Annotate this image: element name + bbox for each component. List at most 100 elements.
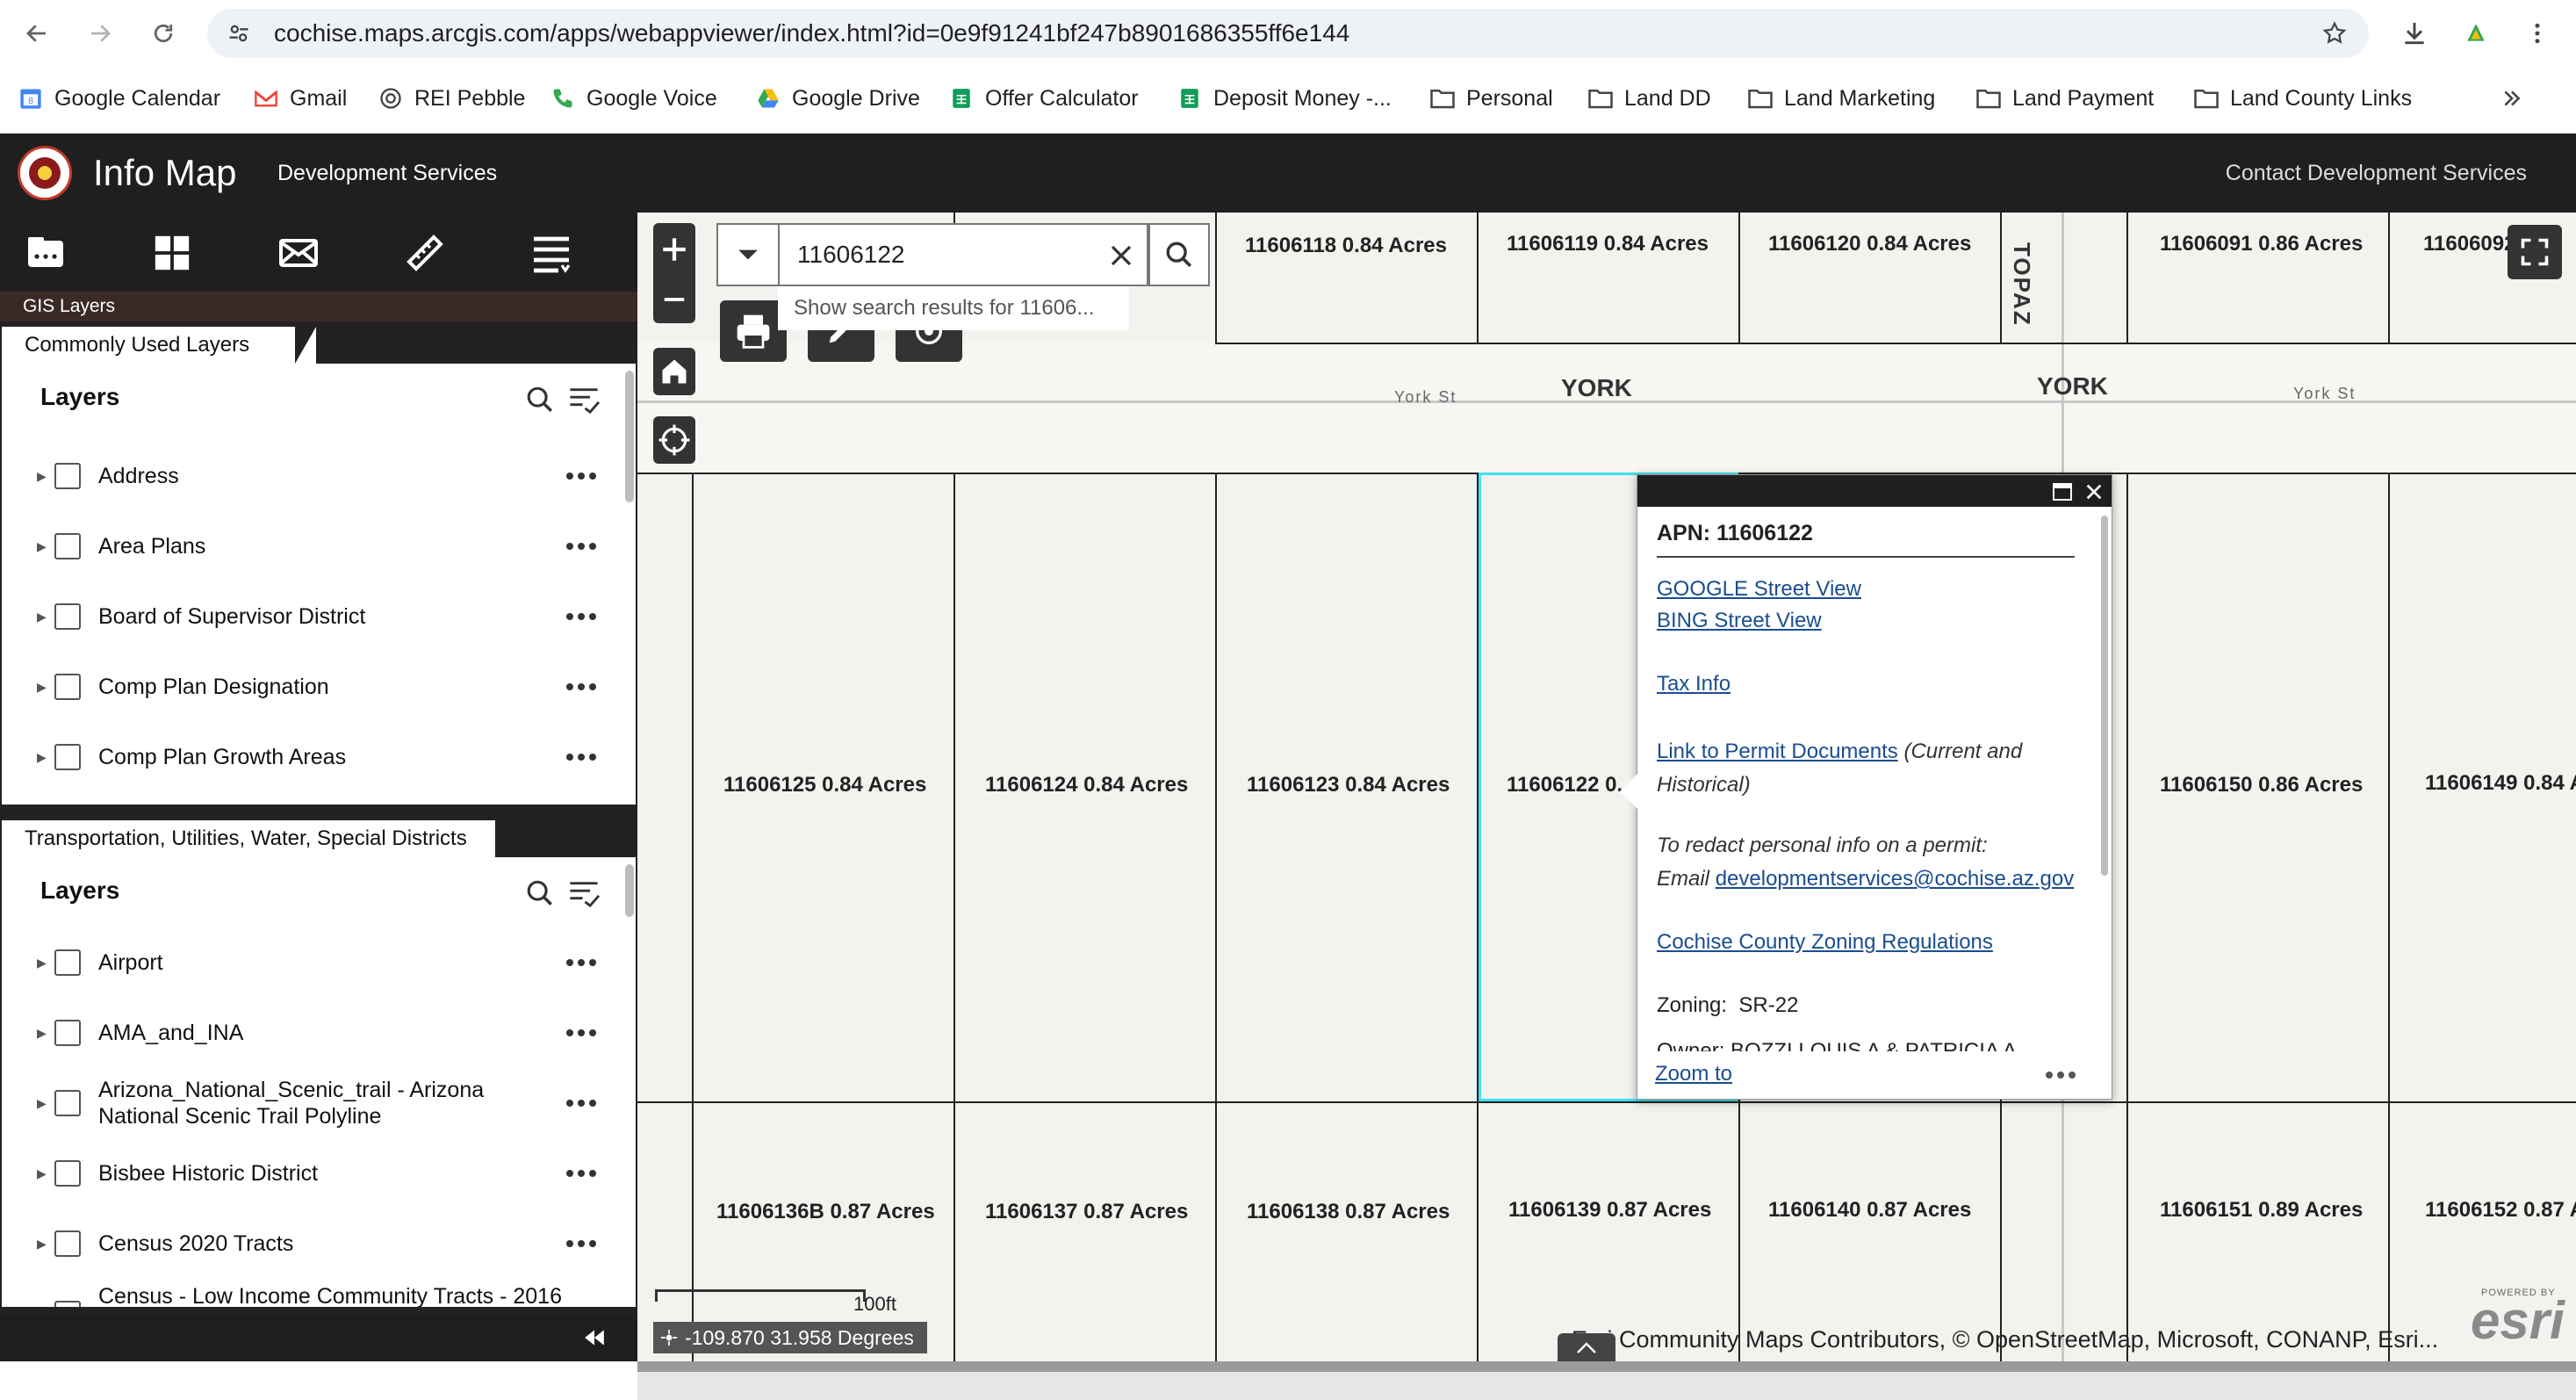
address-bar[interactable]: cochise.maps.arcgis.com/apps/webappviewe… — [207, 9, 2369, 58]
layer-checkbox[interactable] — [54, 603, 81, 630]
bookmark-deposit-money[interactable]: Deposit Money -... — [1176, 67, 1392, 130]
extension-button[interactable] — [2455, 12, 2497, 54]
expand-caret-icon[interactable]: ▶ — [37, 998, 47, 1068]
more-options-icon[interactable] — [564, 927, 599, 998]
google-street-view-link[interactable]: GOOGLE Street View — [1657, 577, 1861, 602]
attribution-toggle[interactable] — [1558, 1333, 1615, 1363]
search-icon[interactable] — [525, 878, 555, 908]
star-icon[interactable] — [2321, 20, 2348, 47]
layer-row-census-2020-tracts[interactable]: ▶ Census 2020 Tracts — [2, 1209, 616, 1279]
more-options-icon[interactable] — [2045, 1071, 2076, 1079]
bookmark-offer-calculator[interactable]: Offer Calculator — [948, 67, 1139, 130]
bookmark-google-drive[interactable]: Google Drive — [755, 67, 920, 130]
layer-checkbox[interactable] — [54, 1090, 81, 1116]
expand-caret-icon[interactable]: ▶ — [37, 441, 47, 511]
expand-caret-icon[interactable]: ▶ — [37, 1209, 47, 1279]
bookmark-google-calendar[interactable]: 8 Google Calendar — [18, 67, 220, 130]
layer-checkbox[interactable] — [54, 533, 81, 559]
menu-button[interactable] — [2516, 12, 2558, 54]
reload-button[interactable] — [142, 12, 184, 54]
layer-checkbox[interactable] — [54, 1160, 81, 1187]
layer-row-comp-plan-growth-areas[interactable]: ▶ Comp Plan Growth Areas — [2, 722, 616, 792]
contact-link[interactable]: Contact Development Services — [2226, 134, 2527, 213]
bookmark-gmail[interactable]: Gmail — [253, 67, 347, 130]
tab-transportation-utilities[interactable]: Transportation, Utilities, Water, Specia… — [2, 820, 495, 857]
layer-checkbox[interactable] — [54, 674, 81, 700]
layer-checkbox[interactable] — [54, 744, 81, 770]
layer-checkbox[interactable] — [54, 1301, 81, 1307]
search-button[interactable] — [1148, 223, 1210, 286]
scrollbar[interactable] — [625, 371, 634, 502]
layer-row-board-of-supervisor-district[interactable]: ▶ Board of Supervisor District — [2, 581, 616, 652]
expand-caret-icon[interactable]: ▶ — [37, 927, 47, 998]
layer-row-ama-and-ina[interactable]: ▶ AMA_and_INA — [2, 998, 616, 1068]
bookmark-folder-personal[interactable]: Personal — [1429, 67, 1553, 130]
zoom-out-icon[interactable] — [661, 286, 687, 313]
app-subtitle[interactable]: Development Services — [277, 134, 497, 213]
fullscreen-button[interactable] — [2508, 225, 2562, 279]
more-options-icon[interactable] — [564, 581, 599, 652]
bookmark-folder-land-payment[interactable]: Land Payment — [1975, 67, 2154, 130]
back-button[interactable] — [16, 12, 58, 54]
layer-row-airport[interactable]: ▶ Airport — [2, 927, 616, 998]
filter-list-icon[interactable] — [567, 878, 601, 908]
expand-caret-icon[interactable]: ▶ — [37, 581, 47, 652]
search-icon[interactable] — [525, 385, 555, 415]
bookmark-folder-land-marketing[interactable]: Land Marketing — [1747, 67, 1935, 130]
more-options-icon[interactable] — [564, 1209, 599, 1279]
layer-checkbox[interactable] — [54, 949, 81, 976]
email-link[interactable]: developmentservices@cochise.az.gov — [1716, 867, 2075, 891]
layer-row-arizona-national-scenic-trail[interactable]: ▶ Arizona_National_Scenic_trail - Arizon… — [2, 1068, 616, 1138]
expand-caret-icon[interactable]: ▶ — [37, 722, 47, 792]
collapse-panel-icon[interactable] — [583, 1328, 606, 1347]
map-view[interactable]: York St YORK YORK York St TOPAZ 11606118… — [637, 213, 2576, 1361]
zoom-to-link[interactable]: Zoom to — [1655, 1062, 1732, 1086]
downloads-button[interactable] — [2393, 12, 2436, 54]
popup-scrollbar[interactable] — [2101, 516, 2108, 876]
more-options-icon[interactable] — [564, 1068, 599, 1138]
my-location-button[interactable] — [653, 416, 695, 464]
print-button[interactable] — [720, 300, 787, 362]
forward-button[interactable] — [79, 12, 121, 54]
layer-row-address[interactable]: ▶ Address — [2, 441, 616, 511]
bookmark-folder-land-county-links[interactable]: Land County Links — [2193, 67, 2412, 130]
legend-tool-button[interactable] — [527, 228, 576, 278]
tab-commonly-used-layers[interactable]: Commonly Used Layers — [2, 327, 297, 364]
measure-tool-button[interactable] — [400, 228, 450, 278]
expand-caret-icon[interactable]: ▶ — [37, 652, 47, 722]
bookmarks-overflow-button[interactable] — [2499, 67, 2536, 130]
expand-caret-icon[interactable]: ▶ — [37, 1138, 47, 1209]
search-source-dropdown[interactable] — [716, 223, 778, 286]
search-input[interactable]: 11606122 — [778, 223, 1148, 286]
search-suggestion[interactable]: Show search results for 11606... — [778, 286, 1129, 330]
layer-checkbox[interactable] — [54, 1230, 81, 1257]
layer-checkbox[interactable] — [54, 463, 81, 489]
close-icon[interactable] — [2083, 482, 2105, 502]
layer-row-comp-plan-designation[interactable]: ▶ Comp Plan Designation — [2, 652, 616, 722]
permit-documents-link[interactable]: Link to Permit Documents — [1657, 740, 1898, 763]
more-options-icon[interactable] — [564, 722, 599, 792]
layer-row-bisbee-historic-district[interactable]: ▶ Bisbee Historic District — [2, 1138, 616, 1209]
expand-caret-icon[interactable]: ▶ — [37, 1279, 47, 1308]
bookmark-google-voice[interactable]: Google Voice — [550, 67, 717, 130]
share-tool-button[interactable] — [274, 228, 323, 278]
more-options-icon[interactable] — [564, 511, 599, 581]
zoning-regulations-link[interactable]: Cochise County Zoning Regulations — [1657, 930, 1993, 955]
expand-caret-icon[interactable]: ▶ — [37, 1068, 47, 1138]
layers-tool-button[interactable] — [21, 228, 70, 278]
bookmark-folder-land-dd[interactable]: Land DD — [1587, 67, 1711, 130]
maximize-icon[interactable] — [2052, 482, 2073, 502]
tax-info-link[interactable]: Tax Info — [1657, 672, 1731, 696]
expand-caret-icon[interactable]: ▶ — [37, 511, 47, 581]
zoom-in-icon[interactable] — [659, 235, 689, 264]
close-icon[interactable] — [1108, 242, 1134, 269]
filter-list-icon[interactable] — [567, 385, 601, 415]
bing-street-view-link[interactable]: BING Street View — [1657, 609, 1822, 633]
layer-row-area-plans[interactable]: ▶ Area Plans — [2, 511, 616, 581]
layer-row-census-low-income[interactable]: ▶ Census - Low Income Community Tracts -… — [2, 1279, 616, 1307]
more-options-icon[interactable] — [564, 1138, 599, 1209]
more-options-icon[interactable] — [564, 652, 599, 722]
scrollbar[interactable] — [625, 864, 634, 917]
more-options-icon[interactable] — [564, 998, 599, 1068]
layer-checkbox[interactable] — [54, 1020, 81, 1046]
